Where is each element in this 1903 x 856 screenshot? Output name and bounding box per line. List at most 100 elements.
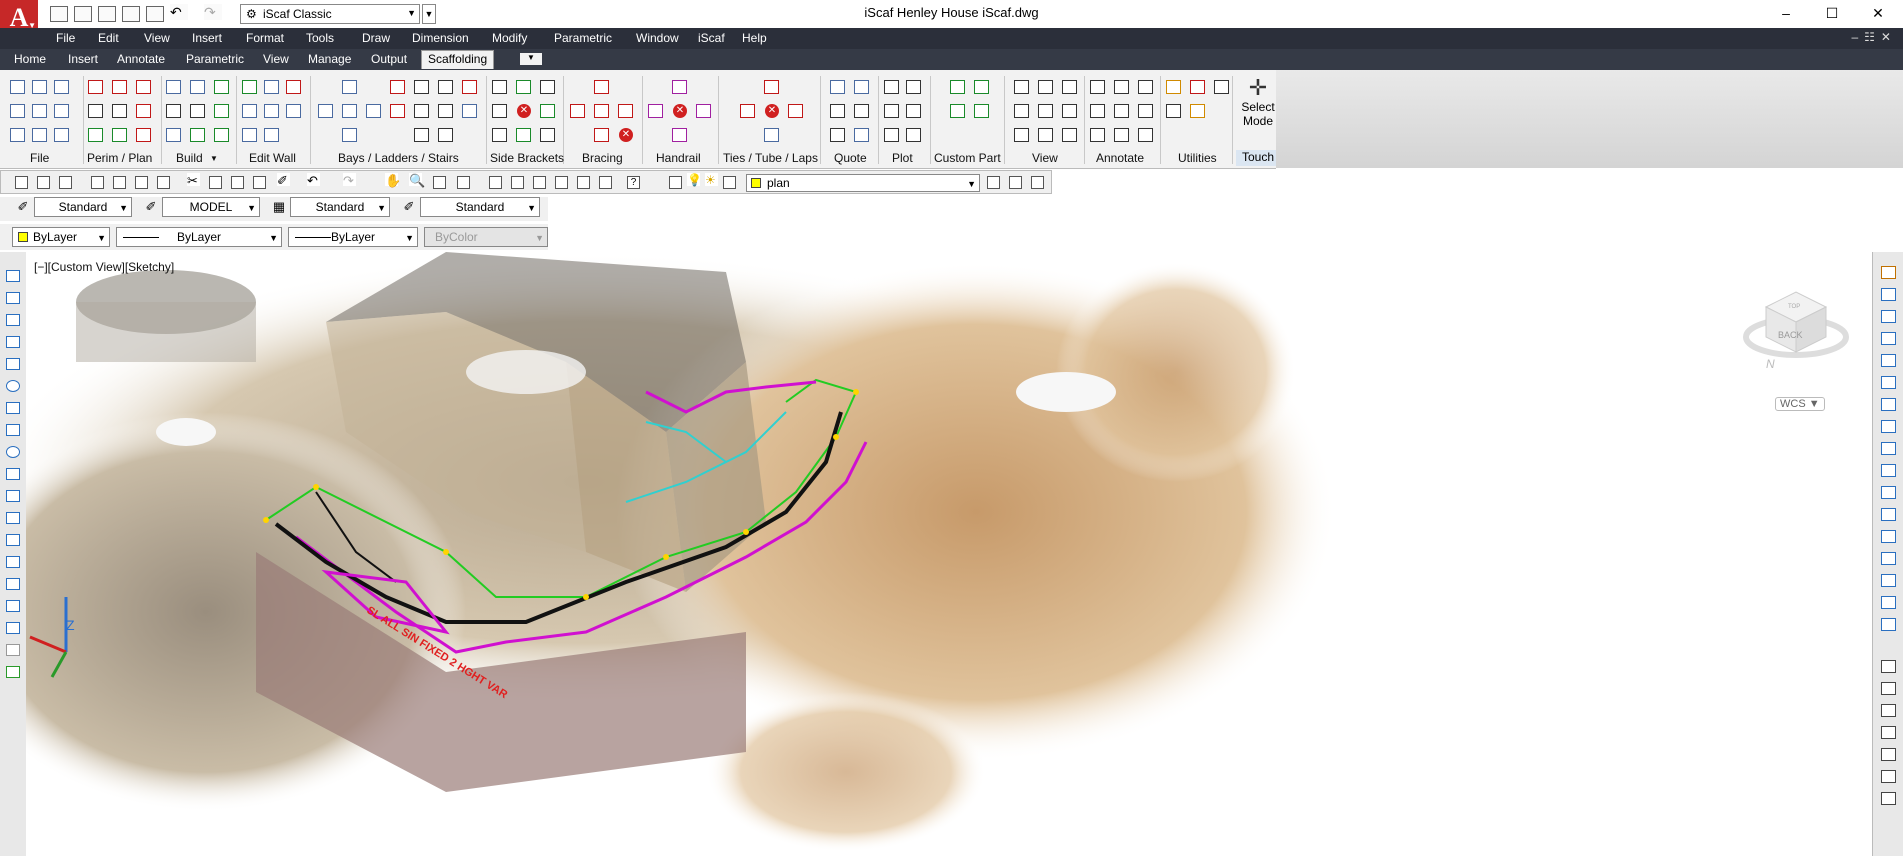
undo-icon[interactable]: ↶: [170, 4, 188, 20]
tab-scaffolding[interactable]: Scaffolding: [421, 50, 495, 69]
trim-icon[interactable]: [1881, 464, 1896, 477]
polygon-icon[interactable]: [6, 314, 20, 326]
ribbon-minimize-button[interactable]: ▼: [520, 53, 542, 65]
rotate-icon[interactable]: [1881, 398, 1896, 411]
tab-parametric[interactable]: Parametric: [186, 52, 244, 66]
erase-icon[interactable]: [1881, 266, 1896, 279]
draworder-back-icon[interactable]: [1881, 682, 1896, 695]
design-center-icon[interactable]: [511, 176, 524, 189]
tab-home[interactable]: Home: [14, 52, 46, 66]
menu-parametric[interactable]: Parametric: [554, 31, 612, 45]
make-block-icon[interactable]: [6, 512, 20, 524]
drawing-canvas[interactable]: SL ALL SIN FIXED 2 HGHT VAR BACK TOP N Z: [26, 252, 1872, 856]
close-icon[interactable]: ✕: [1858, 2, 1898, 24]
ellipse-arc-icon[interactable]: [6, 468, 20, 480]
sheet-set-icon[interactable]: [555, 176, 568, 189]
save-as-icon[interactable]: [122, 6, 140, 22]
menu-format[interactable]: Format: [246, 31, 284, 45]
move-icon[interactable]: [1881, 376, 1896, 389]
ellipse-icon[interactable]: [6, 446, 20, 458]
point-icon[interactable]: [6, 534, 20, 546]
polyline-icon[interactable]: [6, 292, 20, 304]
help-icon[interactable]: ?: [627, 176, 640, 189]
freeze-icon[interactable]: ☀: [705, 173, 718, 187]
save-icon[interactable]: [98, 6, 116, 22]
circle-icon[interactable]: [6, 380, 20, 392]
revcloud-icon[interactable]: [6, 402, 20, 414]
group-build[interactable]: Build: [176, 151, 203, 165]
join-icon[interactable]: [1881, 530, 1896, 543]
menu-tools[interactable]: Tools: [306, 31, 334, 45]
region-icon[interactable]: [6, 600, 20, 612]
lock-icon[interactable]: [723, 176, 736, 189]
scale-icon[interactable]: [1881, 420, 1896, 433]
spline-icon[interactable]: [6, 424, 20, 436]
print-icon[interactable]: [146, 6, 164, 22]
offset-icon[interactable]: [1881, 332, 1896, 345]
select-mode-button[interactable]: ✛ Select Mode: [1236, 76, 1280, 129]
menu-edit[interactable]: Edit: [98, 31, 119, 45]
viewcube[interactable]: BACK TOP N: [1743, 291, 1849, 371]
tab-view[interactable]: View: [263, 52, 289, 66]
draworder-under-icon[interactable]: [1881, 726, 1896, 739]
explode-icon[interactable]: [1881, 618, 1896, 631]
zoom-window-icon[interactable]: [433, 176, 446, 189]
chamfer-icon[interactable]: [1881, 552, 1896, 565]
preview-icon[interactable]: [113, 176, 126, 189]
menu-dimension[interactable]: Dimension: [412, 31, 469, 45]
hatch-icon[interactable]: [6, 556, 20, 568]
color-dropdown[interactable]: ByLayer ▼: [12, 227, 110, 247]
menu-insert[interactable]: Insert: [192, 31, 222, 45]
wcs-dropdown[interactable]: WCS ▼: [1775, 397, 1825, 411]
menu-help[interactable]: Help: [742, 31, 767, 45]
rectangle-icon[interactable]: [6, 336, 20, 348]
menu-modify[interactable]: Modify: [492, 31, 527, 45]
minimize-icon[interactable]: –: [1766, 2, 1806, 24]
undo-icon[interactable]: ↶: [307, 173, 320, 188]
paste-icon[interactable]: [231, 176, 244, 189]
stretch-icon[interactable]: [1881, 442, 1896, 455]
make-current-layer-icon[interactable]: [987, 176, 1000, 189]
menu-draw[interactable]: Draw: [362, 31, 390, 45]
copy-icon[interactable]: [209, 176, 222, 189]
markup-icon[interactable]: [577, 176, 590, 189]
copy-object-icon[interactable]: [1881, 288, 1896, 301]
layer-previous-icon[interactable]: [1009, 176, 1022, 189]
layer-dropdown[interactable]: plan ▼: [746, 174, 980, 192]
blend-icon[interactable]: [1881, 596, 1896, 609]
dims-front-icon[interactable]: [1881, 770, 1896, 783]
text-style-dropdown[interactable]: Standard ▼: [34, 197, 132, 217]
new-icon[interactable]: [15, 176, 28, 189]
break-icon[interactable]: [1881, 508, 1896, 521]
linetype-dropdown[interactable]: ByLayer ▼: [116, 227, 282, 247]
gradient-icon[interactable]: [6, 578, 20, 590]
menu-window[interactable]: Window: [636, 31, 679, 45]
plot-icon[interactable]: [91, 176, 104, 189]
table-icon[interactable]: [6, 622, 20, 634]
3d-print-icon[interactable]: [157, 176, 170, 189]
brush-icon[interactable]: ✐: [277, 173, 290, 188]
menu-file[interactable]: File: [56, 31, 75, 45]
tab-manage[interactable]: Manage: [308, 52, 351, 66]
save-icon[interactable]: [59, 176, 72, 189]
plotstyle-dropdown[interactable]: ByColor ▼: [424, 227, 548, 247]
zoom-previous-icon[interactable]: [457, 176, 470, 189]
zoom-realtime-icon[interactable]: 🔍: [409, 173, 425, 188]
open-icon[interactable]: [74, 6, 92, 22]
add-selected-icon[interactable]: [6, 666, 20, 678]
draworder-front-icon[interactable]: [1881, 660, 1896, 673]
open-icon[interactable]: [37, 176, 50, 189]
array-icon[interactable]: [1881, 354, 1896, 367]
tool-palettes-icon[interactable]: [533, 176, 546, 189]
text-front-icon[interactable]: [1881, 748, 1896, 761]
qat-customize-button[interactable]: ▼: [422, 4, 436, 24]
lineweight-dropdown[interactable]: ByLayer ▼: [288, 227, 418, 247]
properties-icon[interactable]: [489, 176, 502, 189]
maximize-icon[interactable]: ☐: [1812, 2, 1852, 24]
mirror-icon[interactable]: [1881, 310, 1896, 323]
extend-icon[interactable]: [1881, 486, 1896, 499]
arc-icon[interactable]: [6, 358, 20, 370]
tab-insert[interactable]: Insert: [68, 52, 98, 66]
redo-icon[interactable]: ↷: [204, 4, 222, 20]
tab-output[interactable]: Output: [371, 52, 407, 66]
